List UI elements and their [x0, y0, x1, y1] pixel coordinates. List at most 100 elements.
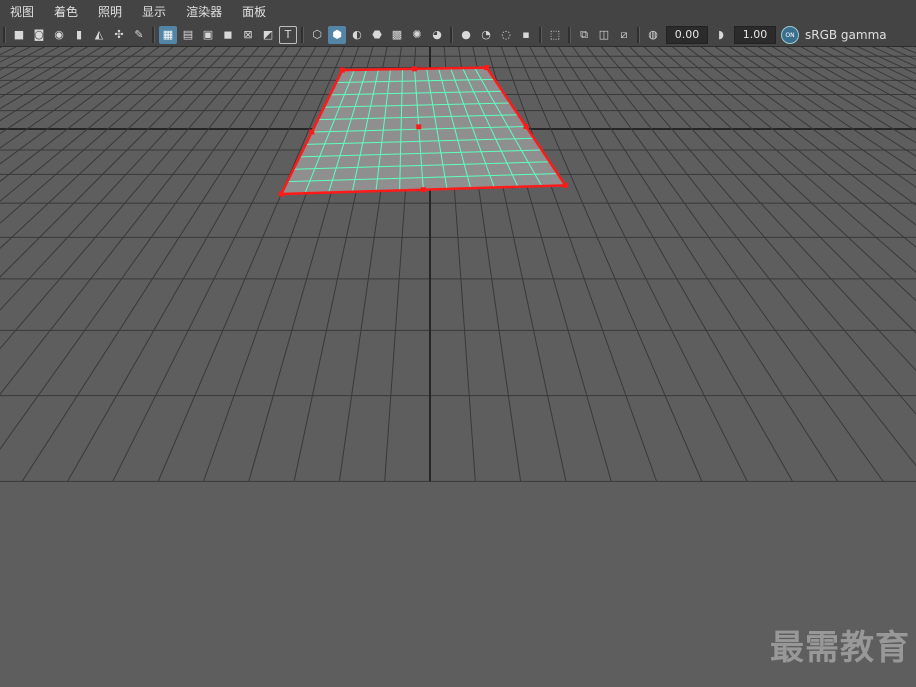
backface-culling-icon[interactable]: ⧄ [615, 26, 633, 44]
default-material-icon[interactable]: ◐ [348, 26, 366, 44]
grid-line [0, 47, 32, 63]
grid-line [0, 47, 58, 481]
smooth-shade-icon[interactable]: ⬢ [328, 26, 346, 44]
grid-line [600, 47, 916, 415]
grid-line [0, 47, 12, 481]
image-plane-icon[interactable]: ◭ [90, 26, 108, 44]
grid-line [0, 47, 69, 481]
grid-line [0, 47, 288, 450]
grid-line [529, 47, 748, 482]
camera-icon[interactable]: ■ [10, 26, 28, 44]
grid-line [0, 47, 117, 122]
grid-toggle-icon[interactable]: ▦ [159, 26, 177, 44]
safe-action-icon[interactable]: ◩ [259, 26, 277, 44]
toolbar-divider [152, 27, 155, 43]
grid-line [0, 47, 231, 278]
grid-line [572, 47, 884, 482]
grid-line [848, 47, 916, 481]
grid-line [0, 47, 260, 350]
grid-snap-icon[interactable]: ✣ [110, 26, 128, 44]
menu-renderer[interactable]: 渲染器 [176, 0, 232, 24]
xray-active-icon[interactable]: ◫ [595, 26, 613, 44]
grid-line [0, 47, 74, 89]
toolbar-divider [539, 27, 542, 43]
grid-line [112, 47, 331, 482]
viewport-scene[interactable] [0, 47, 916, 687]
isolate-select-icon[interactable]: ⬚ [546, 26, 564, 44]
exposure-icon[interactable]: ◍ [644, 26, 662, 44]
grid-line [0, 47, 60, 80]
grid-line [0, 47, 35, 481]
color-management-icon[interactable]: ON [781, 26, 799, 44]
grid-line [871, 47, 916, 68]
menu-bar: 视图 着色 照明 显示 渲染器 面板 [0, 0, 916, 25]
selection-handle[interactable] [484, 65, 490, 71]
menu-view[interactable]: 视图 [0, 0, 44, 24]
grid-line [0, 47, 131, 135]
grid-line [0, 47, 203, 224]
selection-handle[interactable] [339, 67, 345, 73]
xray-joints-icon[interactable]: ⧉ [575, 26, 593, 44]
menu-lighting[interactable]: 照明 [88, 0, 132, 24]
resolution-gate-icon[interactable]: ▣ [199, 26, 217, 44]
selection-handle[interactable] [412, 66, 418, 72]
selection-handle[interactable] [309, 129, 315, 135]
color-space-label[interactable]: sRGB gamma [805, 28, 887, 42]
selection-handle[interactable] [420, 187, 426, 193]
use-default-lights-icon[interactable]: ✺ [408, 26, 426, 44]
exposure-field[interactable]: 0.00 [666, 26, 708, 44]
camera-attributes-icon[interactable]: ◉ [50, 26, 68, 44]
grid-line [757, 47, 916, 144]
selection-handle[interactable] [416, 124, 422, 130]
grid-line [700, 47, 916, 206]
wireframe-icon[interactable]: ⬡ [308, 26, 326, 44]
paint-brush-icon[interactable]: ✎ [130, 26, 148, 44]
grid-line [557, 47, 839, 482]
grid-line [0, 47, 1, 481]
grid-line [0, 47, 24, 481]
grid-line [21, 47, 303, 482]
grid-line [900, 47, 916, 54]
x-ray-icon[interactable]: ▩ [388, 26, 406, 44]
bookmark-icon[interactable]: ▮ [70, 26, 88, 44]
panel-toolbar: ■ ◙ ◉ ▮ ◭ ✣ ✎ ▦ ▤ ▣ ◼ ⊠ ◩ T ⬡ ⬢ ◐ ⬣ ▩ ✺ … [0, 24, 916, 47]
toolbar-divider [568, 27, 571, 43]
grid-line [881, 47, 916, 481]
grid-line [657, 47, 916, 273]
shadows-icon[interactable]: ◕ [428, 26, 446, 44]
selection-handle[interactable] [562, 182, 568, 188]
grid-line [729, 47, 916, 172]
grid-line [814, 47, 916, 100]
ambient-occlusion-icon[interactable]: ● [457, 26, 475, 44]
grid-line [672, 47, 916, 248]
menu-shading[interactable]: 着色 [44, 0, 88, 24]
camera-lock-icon[interactable]: ◙ [30, 26, 48, 44]
grid-line [0, 47, 46, 71]
film-gate-icon[interactable]: ▤ [179, 26, 197, 44]
toolbar-divider [3, 27, 6, 43]
grid-line [885, 47, 916, 61]
field-chart-icon[interactable]: ⊠ [239, 26, 257, 44]
wireframe-on-shaded-icon[interactable]: ⬣ [368, 26, 386, 44]
safe-title-icon[interactable]: T [279, 26, 297, 44]
watermark: 最需教育 [770, 628, 910, 668]
3d-viewport[interactable]: 最需教育 [0, 47, 916, 687]
gamma-icon[interactable]: ◗ [712, 26, 730, 44]
grid-line [0, 47, 174, 183]
gate-mask-icon[interactable]: ◼ [219, 26, 237, 44]
toolbar-divider [637, 27, 640, 43]
menu-show[interactable]: 显示 [132, 0, 176, 24]
gamma-field[interactable]: 1.00 [734, 26, 776, 44]
grid-line [825, 47, 916, 481]
anti-aliasing-icon[interactable]: ◌ [497, 26, 515, 44]
selection-handle[interactable] [278, 191, 284, 197]
menu-panels[interactable]: 面板 [232, 0, 276, 24]
selection-handle[interactable] [523, 123, 529, 129]
toolbar-divider [301, 27, 304, 43]
grid-line [0, 47, 80, 481]
poly-plane[interactable] [278, 65, 568, 197]
toolbar-divider [450, 27, 453, 43]
motion-blur-icon[interactable]: ◔ [477, 26, 495, 44]
depth-of-field-icon[interactable]: ▪ [517, 26, 535, 44]
grid-line [515, 47, 703, 482]
